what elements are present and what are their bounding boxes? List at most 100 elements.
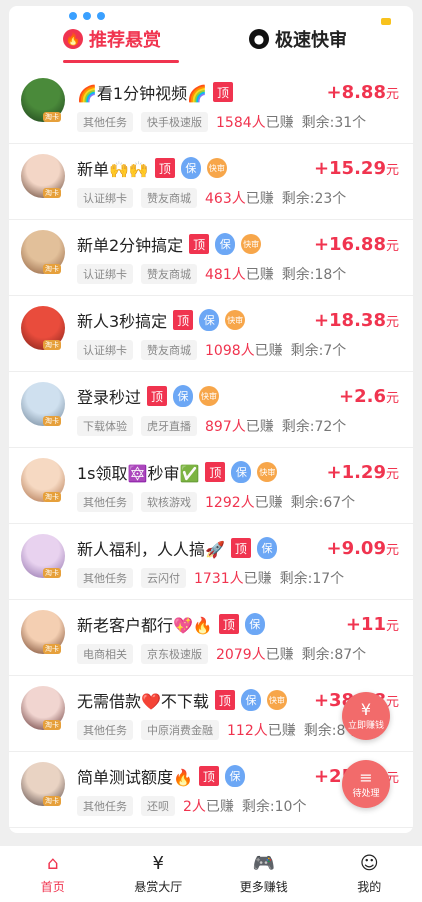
guarantee-badge: 保: [215, 233, 236, 255]
task-title-row: 🌈看1分钟视频🌈 顶: [77, 80, 234, 104]
remaining-count: 剩余:23个: [281, 191, 347, 207]
home-icon: ⌂: [47, 852, 59, 874]
task-title: 新单2分钟搞定: [77, 236, 184, 255]
category-chip: 认证绑卡: [77, 188, 133, 208]
remaining-count: 剩余:87个: [301, 647, 367, 663]
amount-value: +11: [345, 614, 386, 635]
fast-review-badge: 快审: [225, 310, 246, 330]
earned-count: 1098人已赚: [205, 340, 283, 360]
status-dots: [69, 12, 105, 20]
earned-suffix: 已赚: [245, 191, 274, 207]
nav-mine[interactable]: ☺ 我的: [317, 846, 422, 902]
yen-icon: ¥: [152, 852, 164, 874]
task-title: 新单🙌🙌: [77, 160, 149, 179]
nav-home[interactable]: ⌂ 首页: [0, 846, 106, 902]
earned-count: 2079人已赚: [216, 644, 294, 664]
avatar-tag: 淘卡: [43, 644, 61, 654]
earned-number: 1292人: [205, 495, 255, 511]
category-chip: 软核游戏: [141, 492, 197, 512]
task-meta-row: 其他任务 快手极速版 1584人已赚 剩余:31个: [77, 112, 366, 132]
task-meta-row: 其他任务 还呗 2人已赚 剩余:10个: [77, 796, 306, 816]
top-badge: 顶: [173, 310, 194, 330]
guarantee-badge: 保: [173, 385, 194, 407]
reward-amount: +18.38元: [314, 310, 399, 331]
task-row[interactable]: 淘卡 新单2分钟搞定顶保快审 +16.88元 认证绑卡 赞友商城 481人已赚 剩余:18个: [9, 220, 413, 296]
task-title: 无需借款❤️不下载: [77, 692, 209, 711]
task-row[interactable]: 淘卡 新人福利，人人搞🚀 顶保 +9.09元 其他任务 云闪付 1731人已赚 剩余:17个: [9, 524, 413, 600]
nav-bounty-hall[interactable]: ¥ 悬赏大厅: [106, 846, 212, 902]
amount-unit: 元: [385, 87, 399, 102]
avatar-tag: 淘卡: [43, 796, 61, 806]
bottom-nav: ⌂ 首页 ¥ 悬赏大厅 🎮 更多赚钱 ☺ 我的: [0, 846, 422, 902]
flame-icon: 🔥: [63, 29, 83, 49]
task-title: 登录秒过: [77, 388, 142, 407]
category-chip: 其他任务: [77, 796, 133, 816]
earned-suffix: 已赚: [265, 115, 294, 131]
pending-button[interactable]: ≡ 待处理: [342, 760, 390, 808]
category-chip: 还呗: [141, 796, 175, 816]
earned-suffix: 已赚: [254, 495, 283, 511]
earned-count: 2人已赚: [183, 796, 234, 816]
task-row[interactable]: 淘卡 🌈看1分钟视频🌈 顶 +8.88元 其他任务 快手极速版 1584人已赚 剩余:31个: [9, 68, 413, 144]
earn-now-button[interactable]: ¥ 立即赚钱: [342, 692, 390, 740]
task-meta-row: 认证绑卡 赞友商城 481人已赚 剩余:18个: [77, 264, 346, 284]
task-meta-row: 下载体验 虎牙直播 897人已赚 剩余:72个: [77, 416, 346, 436]
task-title: 新人3秒搞定: [77, 312, 168, 331]
category-chip: 快手极速版: [141, 112, 208, 132]
reward-amount: +11元: [346, 614, 399, 635]
category-chip: 虎牙直播: [141, 416, 197, 436]
category-chip: 赞友商城: [141, 264, 197, 284]
task-meta-row: 电商相关 京东极速版 2079人已赚 剩余:87个: [77, 644, 366, 664]
user-circle-icon: ●: [249, 29, 269, 49]
remaining-count: 剩余:31个: [301, 115, 367, 131]
nav-more-earn[interactable]: 🎮 更多赚钱: [211, 846, 317, 902]
category-chip: 京东极速版: [141, 644, 208, 664]
task-row[interactable]: 淘卡 新老客户都行💖🔥 顶保 +11元 电商相关 京东极速版 2079人已赚 剩余:87个: [9, 600, 413, 676]
task-title: 新人福利，人人搞🚀: [77, 540, 225, 559]
task-title: 🌈看1分钟视频🌈: [77, 84, 208, 103]
active-tab-underline: [63, 60, 179, 63]
task-title-row: 无需借款❤️不下载顶保快审: [77, 688, 287, 712]
amount-value: +2.6: [339, 386, 386, 407]
category-chip: 其他任务: [77, 568, 133, 588]
amount-unit: 元: [385, 543, 399, 558]
avatar-tag: 淘卡: [43, 492, 61, 502]
task-row[interactable]: 淘卡 新人3秒搞定顶保快审 +18.38元 认证绑卡 赞友商城 1098人已赚 剩余:7个: [9, 296, 413, 372]
float-label: 立即赚钱: [347, 720, 384, 731]
task-title-row: 1s领取🔯秒审✅ 顶保快审: [77, 460, 278, 484]
amount-value: +8.88: [326, 82, 386, 103]
fast-review-badge: 快审: [257, 462, 278, 482]
tab-recommended[interactable]: 🔥 推荐悬赏: [63, 26, 161, 52]
amount-unit: 元: [385, 163, 399, 178]
guarantee-badge: 保: [240, 689, 261, 711]
notification-dot: [381, 18, 391, 25]
earned-number: 112人: [227, 723, 268, 739]
earned-count: 897人已赚: [205, 416, 274, 436]
amount-unit: 元: [385, 467, 399, 482]
category-chip: 中原消费金融: [141, 720, 219, 740]
task-row[interactable]: 淘卡 登录秒过顶保快审 +2.6元 下载体验 虎牙直播 897人已赚 剩余:72个: [9, 372, 413, 448]
top-badge: 顶: [218, 614, 239, 634]
amount-value: +1.29: [326, 462, 386, 483]
task-meta-row: 其他任务 云闪付 1731人已赚 剩余:17个: [77, 568, 344, 588]
reward-amount: +2.6元: [339, 386, 399, 407]
amount-value: +18.38: [313, 310, 386, 331]
task-meta-row: 其他任务 中原消费金融 112人已赚 剩余:8个: [77, 720, 359, 740]
app-root: 🔥 推荐悬赏 ● 极速快审 淘卡 🌈看1分钟视频🌈 顶 +8.88元 其他任务 快手极速版…: [0, 0, 422, 902]
avatar-tag: 淘卡: [43, 264, 61, 274]
fast-review-badge: 快审: [241, 234, 262, 254]
avatar-tag: 淘卡: [43, 568, 61, 578]
earned-suffix: 已赚: [245, 267, 274, 283]
task-row[interactable]: 淘卡 1s领取🔯秒审✅ 顶保快审 +1.29元 其他任务 软核游戏 1292人已赚 剩余:67…: [9, 448, 413, 524]
tab-fast-review[interactable]: ● 极速快审: [249, 26, 347, 52]
remaining-count: 剩余:17个: [279, 571, 345, 587]
remaining-count: 剩余:67个: [290, 495, 356, 511]
task-row[interactable]: 淘卡 新单🙌🙌 顶保快审 +15.29元 认证绑卡 赞友商城 463人已赚 剩余:23个: [9, 144, 413, 220]
amount-unit: 元: [385, 239, 399, 254]
earned-count: 1584人已赚: [216, 112, 294, 132]
tab-label: 极速快审: [275, 30, 347, 51]
task-title-row: 新人3秒搞定顶保快审: [77, 308, 246, 332]
guarantee-badge: 保: [199, 309, 220, 331]
top-badge: 顶: [198, 766, 219, 786]
float-label: 待处理: [352, 788, 380, 799]
